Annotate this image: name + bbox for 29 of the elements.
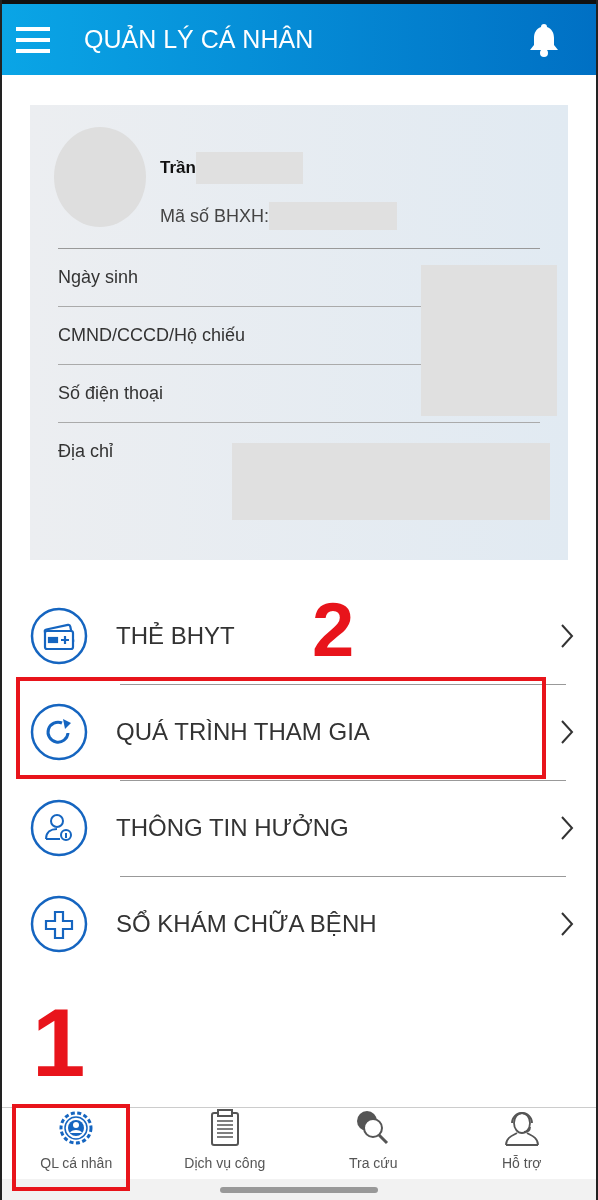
chevron-right-icon	[560, 719, 574, 745]
field-label: Địa chỉ	[58, 441, 114, 462]
health-card-icon	[30, 607, 88, 665]
step-number: 1	[32, 995, 86, 1091]
step-number: 2	[312, 592, 355, 668]
field-label: CMND/CCCD/Hộ chiếu	[58, 325, 246, 346]
chevron-right-icon	[560, 911, 574, 937]
menu-item[interactable]: QUÁ TRÌNH THAM GIA	[116, 718, 370, 746]
person-info-icon	[30, 799, 88, 857]
insurance-number-label: Mã số BHXH:	[160, 205, 270, 227]
menu-item[interactable]: THẺ BHYT	[116, 622, 235, 650]
menu-item[interactable]: SỔ KHÁM CHỮA BỆNH	[116, 910, 377, 938]
medical-cross-icon	[30, 895, 88, 953]
user-name: Trần	[160, 158, 196, 178]
field-label: Số điện thoại	[58, 383, 164, 404]
page-title: QUẢN LÝ CÁ NHÂN	[84, 25, 315, 54]
clipboard-icon	[209, 1109, 240, 1147]
menu-icon[interactable]	[16, 26, 50, 53]
tab[interactable]: Dịch vụ công	[150, 1108, 299, 1179]
tab[interactable]: QL cá nhân	[2, 1108, 151, 1179]
field-label: Ngày sinh	[58, 267, 139, 288]
history-icon	[30, 703, 88, 761]
menu-item[interactable]: THÔNG TIN HƯỞNG	[116, 814, 349, 842]
chevron-right-icon	[560, 623, 574, 649]
headset-person-icon	[502, 1109, 541, 1147]
tab[interactable]: Tra cứu	[299, 1108, 448, 1179]
tab[interactable]: Hỗ trợ	[447, 1108, 596, 1179]
chevron-right-icon	[560, 815, 574, 841]
bell-icon[interactable]	[528, 22, 560, 57]
